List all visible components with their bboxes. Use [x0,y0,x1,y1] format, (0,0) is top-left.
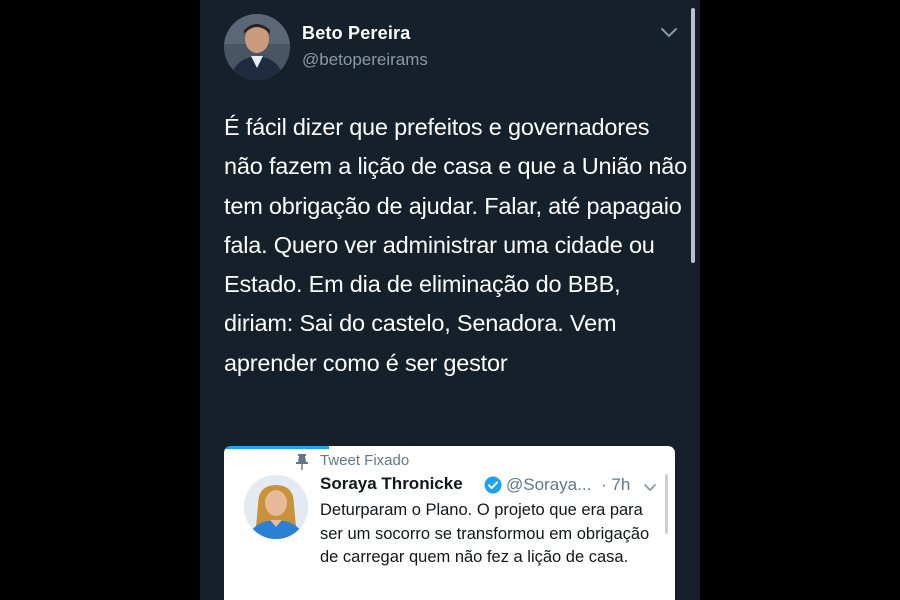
quoted-author-avatar[interactable] [244,475,308,539]
tweet-text: É fácil dizer que prefeitos e governador… [224,114,688,376]
pinned-label: Tweet Fixado [320,452,410,469]
chevron-down-icon[interactable] [643,480,657,492]
quoted-card-scrollbar [665,474,668,534]
quoted-author-handle[interactable]: @Soraya... [506,475,591,495]
card-progress-bar [224,446,329,449]
verified-badge-icon [484,476,502,494]
author-avatar[interactable] [224,14,290,80]
quoted-tweet-text: Deturparam o Plano. O projeto que era pa… [320,501,650,567]
quoted-author-name[interactable]: Soraya Thronicke [320,474,463,494]
quoted-tweet-card[interactable]: Tweet Fixado Soraya Thronicke @Soraya...… [224,446,675,600]
author-handle[interactable]: @betopereirams [302,50,428,70]
pin-icon [296,454,308,470]
quoted-tweet-time: · 7h [601,475,631,494]
chevron-down-icon[interactable] [660,26,678,40]
author-name[interactable]: Beto Pereira [302,23,410,44]
